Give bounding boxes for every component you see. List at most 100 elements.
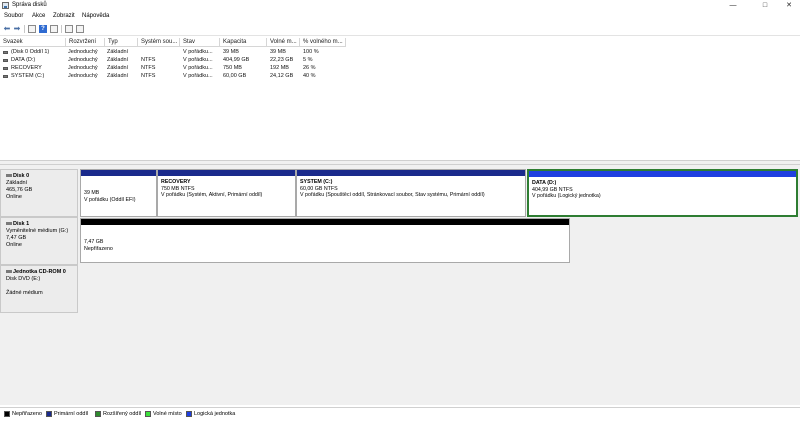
col-header-volume[interactable]: Svazek bbox=[0, 38, 66, 47]
cell-volume: SYSTEM (C:) bbox=[11, 73, 45, 79]
rescan-icon[interactable] bbox=[65, 25, 73, 33]
cell-percent-free: 100 % bbox=[303, 49, 319, 55]
disk-icon bbox=[6, 174, 12, 178]
toolbar: ⬅ ➡ ? bbox=[0, 22, 800, 36]
col-header-capacity[interactable]: Kapacita bbox=[220, 38, 267, 47]
window-title: Správa disků bbox=[12, 2, 47, 8]
disk-name: Disk 1 bbox=[13, 221, 30, 227]
disk-label[interactable]: Disk 1 Vyměnitelné médium (G:) 7,47 GB O… bbox=[0, 217, 78, 265]
title-bar: Správa disků — □ ✕ bbox=[0, 0, 800, 12]
table-row[interactable]: (Disk 0 Oddíl 1) Jednoduchý Základní V p… bbox=[0, 48, 800, 56]
cell-type: Základní bbox=[107, 57, 129, 63]
table-row[interactable]: SYSTEM (C:) Jednoduchý Základní NTFS V p… bbox=[0, 72, 800, 80]
partition-efi[interactable]: 39 MB V pořádku (Oddíl EFI) bbox=[80, 169, 157, 217]
partition-band bbox=[158, 170, 295, 176]
legend-swatch bbox=[186, 411, 192, 417]
partition-status: V pořádku (Systém, Aktivní, Primární odd… bbox=[161, 192, 263, 198]
menu-bar: Soubor Akce Zobrazit Nápověda bbox=[0, 12, 800, 22]
minimize-button[interactable]: — bbox=[720, 0, 746, 12]
legend-label: Rozšířený oddíl bbox=[103, 411, 142, 417]
cell-percent-free: 40 % bbox=[303, 73, 316, 79]
partition-status: Nepřiřazeno bbox=[84, 245, 113, 252]
legend-label: Logická jednotka bbox=[194, 411, 236, 417]
legend-label: Primární oddíl bbox=[54, 411, 89, 417]
forward-arrow-icon[interactable]: ➡ bbox=[13, 25, 21, 33]
partition-status: V pořádku (Oddíl EFI) bbox=[84, 196, 136, 203]
disk-name: Disk 0 bbox=[13, 173, 30, 179]
cell-capacity: 750 MB bbox=[223, 65, 242, 71]
disk-row-0: Disk 0 Základní 465,76 GB Online 39 MB V… bbox=[0, 169, 800, 217]
col-header-percent-free[interactable]: % volného m... bbox=[300, 38, 346, 47]
disk-status: Online bbox=[6, 194, 22, 200]
cell-status: V pořádku... bbox=[183, 57, 213, 63]
table-row[interactable]: DATA (D:) Jednoduchý Základní NTFS V poř… bbox=[0, 56, 800, 64]
disk-size: 7,47 GB bbox=[6, 235, 27, 241]
partition-status: V pořádku (Logický jednotka) bbox=[532, 193, 601, 199]
cell-percent-free: 26 % bbox=[303, 65, 316, 71]
disk-size: 465,76 GB bbox=[6, 187, 33, 193]
cell-free: 24,12 GB bbox=[270, 73, 294, 79]
col-header-free[interactable]: Volné m... bbox=[267, 38, 300, 47]
col-header-type[interactable]: Typ bbox=[105, 38, 138, 47]
cell-percent-free: 5 % bbox=[303, 57, 313, 63]
properties-icon[interactable] bbox=[50, 25, 58, 33]
cell-layout: Jednoduchý bbox=[68, 49, 98, 55]
cell-layout: Jednoduchý bbox=[68, 57, 98, 63]
legend-label: Volné místo bbox=[153, 411, 182, 417]
console-tree-icon[interactable] bbox=[28, 25, 36, 33]
disk-row-1: Disk 1 Vyměnitelné médium (G:) 7,47 GB O… bbox=[0, 217, 800, 265]
cell-volume: RECOVERY bbox=[11, 65, 42, 71]
app-icon bbox=[2, 2, 9, 9]
disk-status: Žádné médium bbox=[6, 290, 43, 296]
help-icon[interactable]: ? bbox=[39, 25, 47, 33]
partition-recovery[interactable]: RECOVERY 750 MB NTFS V pořádku (Systém, … bbox=[157, 169, 296, 217]
close-button[interactable]: ✕ bbox=[776, 0, 800, 12]
col-header-layout[interactable]: Rozvržení bbox=[66, 38, 105, 47]
partition-band bbox=[81, 170, 156, 176]
toolbar-separator bbox=[24, 25, 25, 33]
cell-filesystem: NTFS bbox=[141, 57, 156, 63]
disk-icon bbox=[3, 67, 8, 70]
back-arrow-icon[interactable]: ⬅ bbox=[3, 25, 11, 33]
menu-help[interactable]: Nápověda bbox=[82, 13, 109, 19]
menu-view[interactable]: Zobrazit bbox=[53, 13, 75, 19]
menu-file[interactable]: Soubor bbox=[4, 13, 23, 19]
legend-swatch bbox=[46, 411, 52, 417]
cell-status: V pořádku... bbox=[183, 65, 213, 71]
maximize-button[interactable]: □ bbox=[752, 0, 778, 12]
col-header-filesystem[interactable]: Systém sou... bbox=[138, 38, 180, 47]
legend: Nepřiřazeno Primární oddíl Rozšířený odd… bbox=[0, 407, 800, 419]
cell-capacity: 60,00 GB bbox=[223, 73, 247, 79]
disk-icon bbox=[3, 59, 8, 62]
disk-name: Jednotka CD-ROM 0 bbox=[13, 269, 66, 275]
col-header-status[interactable]: Stav bbox=[180, 38, 220, 47]
cell-layout: Jednoduchý bbox=[68, 73, 98, 79]
disk-map: Disk 0 Základní 465,76 GB Online 39 MB V… bbox=[0, 165, 800, 405]
disk-label[interactable]: Disk 0 Základní 465,76 GB Online bbox=[0, 169, 78, 217]
cell-status: V pořádku... bbox=[183, 73, 213, 79]
disk-type: Vyměnitelné médium (G:) bbox=[6, 228, 69, 234]
cell-capacity: 404,99 GB bbox=[223, 57, 250, 63]
cell-status: V pořádku... bbox=[183, 49, 213, 55]
partition-band bbox=[297, 170, 525, 176]
cell-capacity: 39 MB bbox=[223, 49, 239, 55]
disk-status: Online bbox=[6, 242, 22, 248]
legend-swatch bbox=[95, 411, 101, 417]
disk-label[interactable]: Jednotka CD-ROM 0 Disk DVD (E:) Žádné mé… bbox=[0, 265, 78, 313]
partition-data[interactable]: DATA (D:) 404,99 GB NTFS V pořádku (Logi… bbox=[527, 169, 798, 217]
cell-type: Základní bbox=[107, 65, 129, 71]
list-view-icon[interactable] bbox=[76, 25, 84, 33]
disk-icon bbox=[6, 222, 12, 226]
partition-unallocated[interactable]: 7,47 GB Nepřiřazeno bbox=[80, 218, 570, 263]
disk-type: Disk DVD (E:) bbox=[6, 276, 41, 282]
cell-type: Základní bbox=[107, 73, 129, 79]
legend-swatch bbox=[145, 411, 151, 417]
table-row[interactable]: RECOVERY Jednoduchý Základní NTFS V pořá… bbox=[0, 64, 800, 72]
cell-free: 39 MB bbox=[270, 49, 286, 55]
cell-layout: Jednoduchý bbox=[68, 65, 98, 71]
menu-action[interactable]: Akce bbox=[32, 13, 45, 19]
disk-icon bbox=[3, 51, 8, 54]
partition-system[interactable]: SYSTEM (C:) 60,00 GB NTFS V pořádku (Spo… bbox=[296, 169, 526, 217]
toolbar-separator bbox=[61, 25, 62, 33]
